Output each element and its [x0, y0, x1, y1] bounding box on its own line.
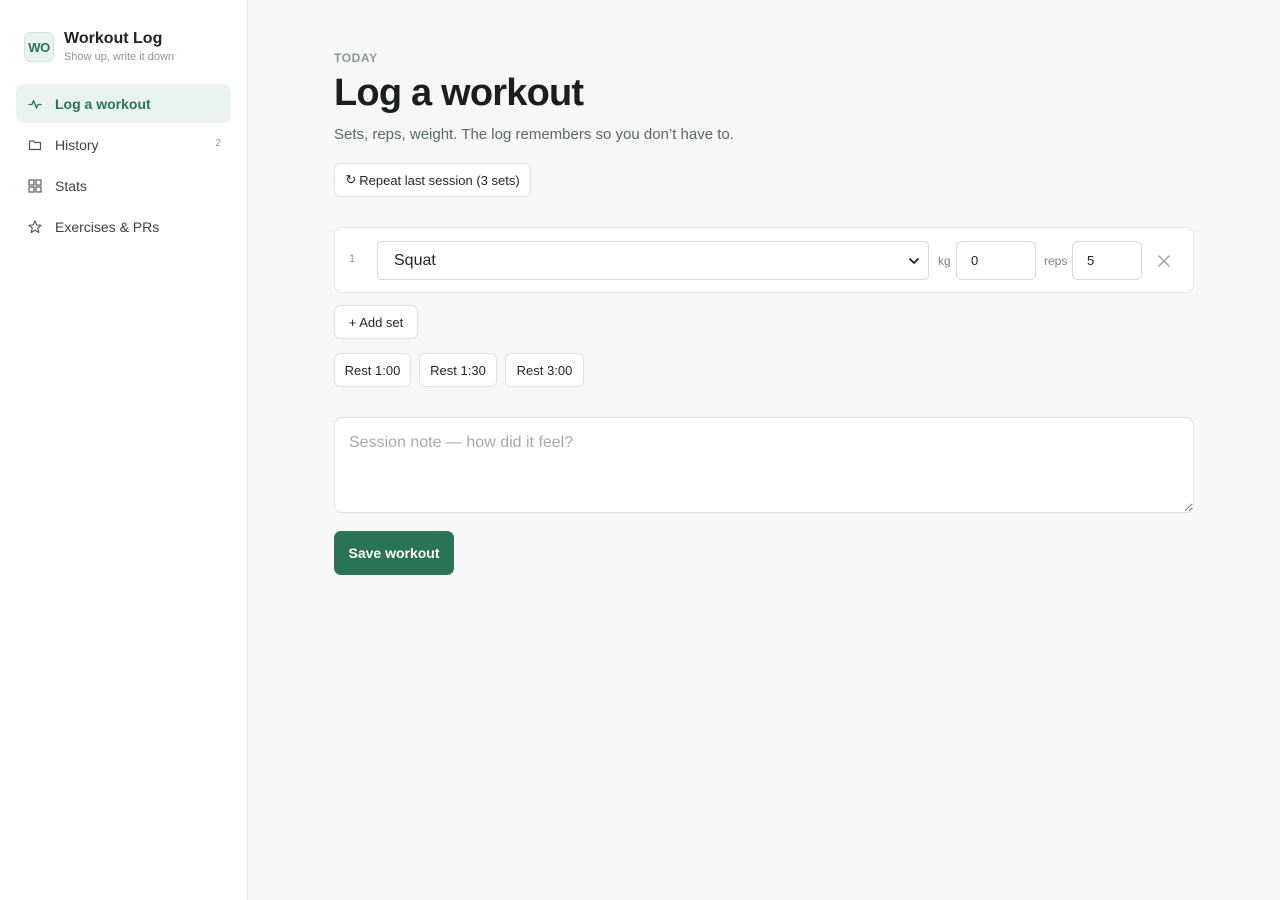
brand: WO Workout Log Show up, write it down: [24, 30, 174, 64]
date-eyebrow: TODAY: [334, 51, 378, 65]
page-title: Log a workout: [334, 72, 584, 114]
chevron-down-icon: [909, 258, 919, 264]
reps-input[interactable]: [1072, 241, 1142, 280]
add-set-button[interactable]: + Add set: [334, 305, 418, 339]
sidebar-item-label: Log a workout: [55, 95, 151, 112]
sidebar-item-label: History: [55, 136, 99, 153]
reps-unit-label: reps: [1044, 254, 1068, 268]
brand-text: Workout Log Show up, write it down: [64, 30, 174, 64]
close-icon: [1158, 255, 1170, 267]
sidebar-item-log-workout[interactable]: Log a workout: [16, 84, 231, 123]
rest-3-00-button[interactable]: Rest 3:00: [505, 353, 584, 387]
sidebar-item-label: Stats: [55, 177, 87, 194]
rest-1-00-button[interactable]: Rest 1:00: [334, 353, 411, 387]
brand-logo: WO: [24, 32, 54, 62]
sidebar-item-label: Exercises & PRs: [55, 218, 160, 235]
brand-title: Workout Log: [64, 30, 163, 47]
page-subtitle: Sets, reps, weight. The log remembers so…: [334, 126, 734, 143]
exercise-select-value: Squat: [394, 251, 436, 269]
history-count-badge: 2: [215, 138, 221, 149]
sidebar: WO Workout Log Show up, write it down Lo…: [0, 0, 248, 900]
sidebar-item-stats[interactable]: Stats: [16, 166, 231, 205]
sidebar-item-history[interactable]: History 2: [16, 125, 231, 164]
save-workout-button[interactable]: Save workout: [334, 531, 454, 575]
repeat-last-session-button[interactable]: ↻ Repeat last session (3 sets): [334, 163, 531, 197]
sidebar-item-exercises-prs[interactable]: Exercises & PRs: [16, 207, 231, 246]
repeat-last-session-label: Repeat last session (3 sets): [359, 172, 520, 188]
rest-1-30-button[interactable]: Rest 1:30: [419, 353, 497, 387]
brand-subtitle: Show up, write it down: [64, 51, 175, 63]
set-number: 1: [349, 253, 356, 265]
repeat-icon: ↻: [345, 172, 357, 187]
folder-icon: [28, 138, 42, 152]
star-icon: [28, 219, 42, 234]
session-note-input[interactable]: [334, 417, 1194, 513]
sidebar-nav: Log a workout History 2 Stats Exercises …: [16, 84, 231, 248]
set-row: 1 Squat kg reps: [334, 227, 1194, 293]
activity-icon: [28, 97, 42, 111]
grid-icon: [28, 178, 42, 193]
weight-unit-label: kg: [938, 254, 951, 268]
remove-set-button[interactable]: [1155, 252, 1173, 270]
weight-input[interactable]: [956, 241, 1036, 280]
exercise-select[interactable]: Squat: [377, 241, 929, 280]
